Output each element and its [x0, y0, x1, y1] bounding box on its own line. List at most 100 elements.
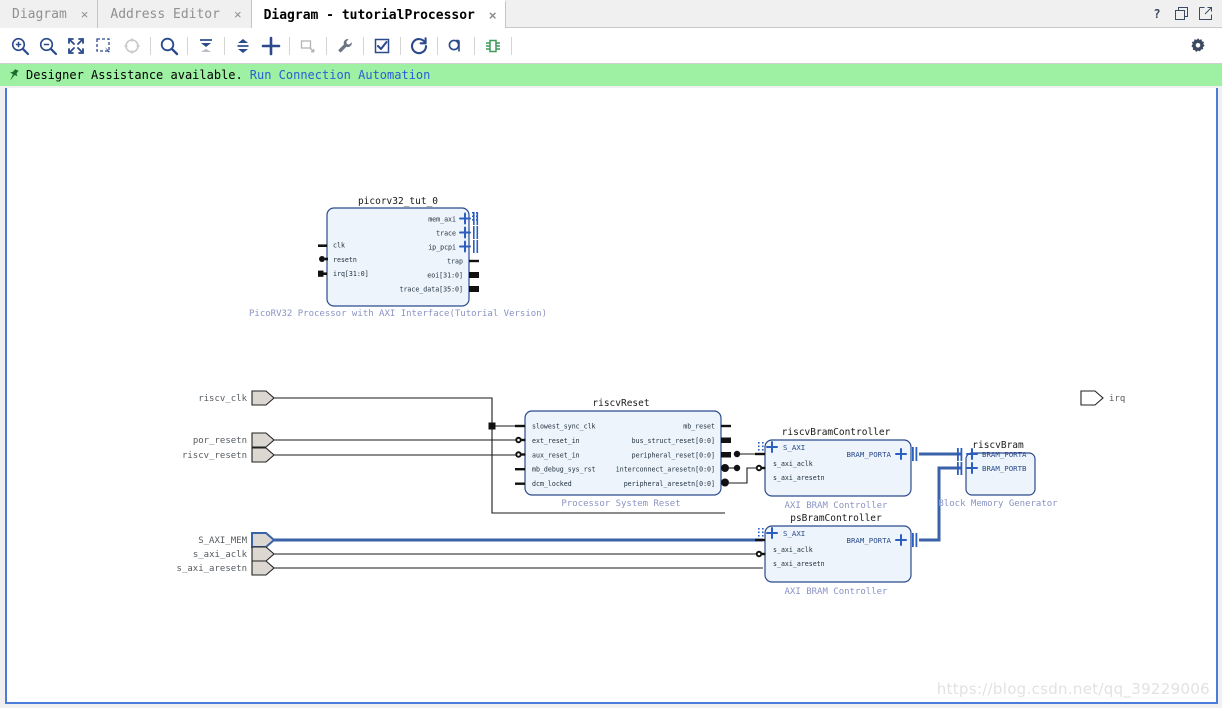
toolbar-separator [511, 36, 512, 55]
restore-button[interactable] [1174, 7, 1188, 21]
toolbar-separator [400, 36, 401, 55]
pin-label: s_axi_aclk [773, 546, 813, 554]
tab-label: Diagram [12, 6, 67, 22]
tab-label: Address Editor [110, 6, 220, 22]
port-label: s_axi_aclk [193, 550, 248, 560]
tab-bar: Diagram × Address Editor × Diagram - tut… [0, 0, 1222, 28]
pin-label: ext_reset_in [532, 437, 580, 445]
pin-label: BRAM_PORTA [847, 450, 892, 459]
pin-label: aux_reset_in [532, 451, 580, 459]
collapse-all-icon[interactable] [192, 32, 220, 60]
block-body [965, 452, 1036, 496]
tab-close-icon[interactable]: × [489, 9, 497, 22]
tab-diagram[interactable]: Diagram × [0, 0, 99, 28]
svg-text:?: ? [1153, 7, 1160, 21]
zoom-fit-icon[interactable] [62, 32, 90, 60]
dotted-bus-marker [758, 528, 764, 537]
designer-assistance-bar: Designer Assistance available. Run Conne… [0, 64, 1222, 86]
pin-label: mb_debug_sys_rst [532, 466, 596, 474]
pin-label: trace [436, 230, 456, 238]
add-ip-icon[interactable] [257, 32, 285, 60]
optimize-routing-icon[interactable] [442, 32, 470, 60]
zoom-in-icon[interactable] [6, 32, 34, 60]
pin-label: mb_reset [683, 422, 715, 430]
tab-label: Diagram - tutorialProcessor [263, 7, 475, 23]
block-title: riscvBramController [782, 427, 891, 438]
refresh-layout-icon[interactable] [118, 32, 146, 60]
pin-label: S_AXI [783, 529, 805, 538]
search-icon[interactable] [155, 32, 183, 60]
block-psBramController[interactable]: psBramController S_AXI s_axi_aclk s_axi_… [755, 513, 918, 597]
ext-port-s_axi_aclk: s_axi_aclk [193, 546, 275, 562]
pin-label: peripheral_aresetn[0:0] [624, 480, 715, 488]
pin-label: s_axi_aresetn [773, 474, 825, 482]
block-riscvReset[interactable]: riscvReset slowest_sync_clk ext_reset_in… [515, 398, 731, 509]
ext-port-S_AXI_MEM: S_AXI_MEM [198, 532, 276, 548]
port-label: por_resetn [193, 436, 247, 446]
toolbar-separator [363, 36, 364, 55]
add-module-icon[interactable] [294, 32, 322, 60]
port-label: irq [1109, 394, 1125, 404]
gear-icon[interactable] [1184, 32, 1212, 60]
pin-label: ip_pcpi [428, 244, 456, 252]
toolbar-separator [224, 36, 225, 55]
dotted-bus-marker [758, 442, 764, 451]
hierarchy-icon[interactable] [479, 32, 507, 60]
block-riscvBram[interactable]: riscvBram BRAM_PORTA BRAM_PORTB Block Me… [938, 440, 1058, 509]
pin-label: s_axi_aclk [773, 460, 813, 468]
expand-all-icon[interactable] [229, 32, 257, 60]
pin-label: trap [447, 258, 463, 266]
pin-label: interconnect_aresetn[0:0] [616, 466, 715, 474]
block-title: psBramController [790, 513, 882, 524]
block-subtitle: AXI BRAM Controller [785, 501, 889, 511]
interface-stub [473, 212, 479, 253]
toolbar-separator [150, 36, 151, 55]
toolbar-separator [326, 36, 327, 55]
block-picorv32_tut_0[interactable]: picorv32_tut_0 clk resetn irq[31:0] mem_… [249, 196, 547, 319]
port-label: S_AXI_MEM [198, 536, 247, 546]
help-button[interactable]: ? [1150, 7, 1164, 21]
settings-wrench-icon[interactable] [331, 32, 359, 60]
zoom-out-icon[interactable] [34, 32, 62, 60]
port-label: riscv_clk [198, 394, 247, 404]
tab-close-icon[interactable]: × [81, 8, 89, 21]
run-connection-automation-link[interactable]: Run Connection Automation [250, 68, 431, 82]
toolbar-separator [187, 36, 188, 55]
toolbar-separator [437, 36, 438, 55]
regenerate-layout-icon[interactable] [405, 32, 433, 60]
tab-diagram-tutorialprocessor[interactable]: Diagram - tutorialProcessor × [251, 0, 507, 28]
wire-riscv-clk [265, 397, 493, 426]
block-design-svg: picorv32_tut_0 clk resetn irq[31:0] mem_… [177, 196, 1126, 597]
float-button[interactable] [1198, 7, 1212, 21]
ext-port-riscv_resetn: riscv_resetn [182, 447, 275, 463]
pin-label: s_axi_aresetn [773, 560, 825, 568]
tab-address-editor[interactable]: Address Editor × [98, 0, 252, 28]
diagram-canvas[interactable]: picorv32_tut_0 clk resetn irq[31:0] mem_… [5, 88, 1218, 704]
toolbar-separator [474, 36, 475, 55]
diagram-toolbar [0, 28, 1222, 64]
tab-close-icon[interactable]: × [234, 8, 242, 21]
pin-label: BRAM_PORTB [982, 464, 1027, 473]
ext-port-s_axi_aresetn: s_axi_aresetn [177, 560, 275, 576]
pin-label: resetn [333, 256, 357, 264]
block-riscvBramController[interactable]: riscvBramController S_AXI s_axi_aclk s_a… [755, 427, 918, 511]
window-buttons: ? [1144, 0, 1222, 27]
pin-label: bus_struct_reset[0:0] [632, 437, 715, 445]
validate-design-icon[interactable] [368, 32, 396, 60]
zoom-area-icon[interactable] [90, 32, 118, 60]
block-subtitle: PicoRV32 Processor with AXI Interface(Tu… [249, 309, 547, 319]
dotted-bus-marker [472, 212, 478, 221]
pin-label: S_AXI [783, 443, 805, 452]
tab-bar-spacer [506, 0, 1144, 27]
diagram-surface[interactable]: picorv32_tut_0 clk resetn irq[31:0] mem_… [7, 88, 1216, 702]
pin-label: BRAM_PORTA [847, 536, 892, 545]
block-subtitle: AXI BRAM Controller [785, 587, 889, 597]
pin-label: dcm_locked [532, 480, 572, 488]
pin-label: BRAM_PORTA [982, 450, 1027, 459]
port-label: s_axi_aresetn [177, 564, 247, 574]
interface-expand-icon [459, 212, 471, 253]
pin-icon [8, 68, 20, 82]
block-subtitle: Processor System Reset [561, 499, 680, 509]
block-subtitle: Block Memory Generator [938, 499, 1058, 509]
assist-message: Designer Assistance available. [26, 68, 243, 82]
